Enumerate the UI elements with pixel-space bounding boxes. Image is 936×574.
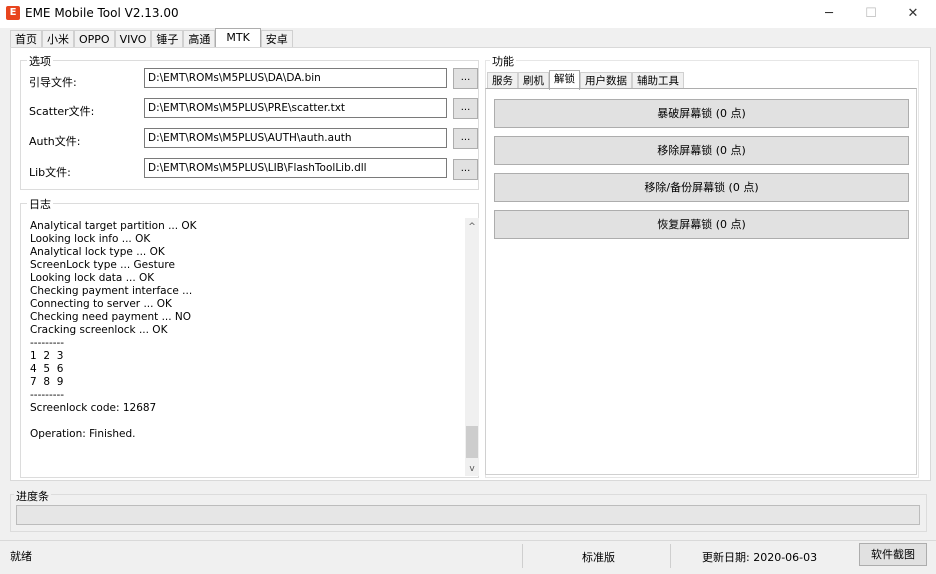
minimize-button[interactable]: ─ [815, 4, 843, 24]
scroll-up-icon[interactable]: ^ [465, 220, 479, 234]
screenshot-button[interactable]: 软件截图 [859, 543, 927, 566]
scroll-thumb[interactable] [466, 426, 478, 458]
function-tabs: 服务 刷机 解锁 用户数据 辅助工具 [487, 70, 684, 90]
brute-force-lock-button[interactable]: 暴破屏幕锁 (0 点) [494, 99, 909, 128]
log-line: Analytical target partition ... OK [30, 220, 197, 232]
main-tabs: 首页 小米 OPPO VIVO 锤子 高通 MTK 安卓 [10, 28, 293, 49]
app-logo-icon: E [6, 6, 20, 20]
log-line: 4 5 6 [30, 363, 64, 375]
auth-browse-button[interactable]: ... [453, 128, 478, 149]
functions-title: 功能 [490, 53, 516, 69]
progress-group: 进度条 [10, 488, 927, 532]
options-group: 选项 引导文件: D:\EMT\ROMs\M5PLUS\DA\DA.bin ..… [20, 53, 479, 190]
log-title: 日志 [27, 196, 53, 212]
auth-file-input[interactable]: D:\EMT\ROMs\M5PLUS\AUTH\auth.auth [144, 128, 447, 148]
log-line: ScreenLock type ... Gesture [30, 259, 175, 271]
log-line: Operation: Finished. [30, 428, 136, 440]
log-line: Looking lock data ... OK [30, 272, 155, 284]
lib-browse-button[interactable]: ... [453, 159, 478, 180]
scroll-down-icon[interactable]: v [465, 462, 479, 476]
log-line: Connecting to server ... OK [30, 298, 172, 310]
scatter-browse-button[interactable]: ... [453, 98, 478, 119]
tab-flash[interactable]: 刷机 [518, 72, 549, 89]
tab-service[interactable]: 服务 [487, 72, 518, 89]
options-title: 选项 [27, 53, 53, 69]
log-line: 7 8 9 [30, 376, 64, 388]
log-line: Cracking screenlock ... OK [30, 324, 168, 336]
da-file-input[interactable]: D:\EMT\ROMs\M5PLUS\DA\DA.bin [144, 68, 447, 88]
scatter-file-label: Scatter文件: [29, 105, 95, 118]
log-line: Looking lock info ... OK [30, 233, 151, 245]
remove-backup-lock-button[interactable]: 移除/备份屏幕锁 (0 点) [494, 173, 909, 202]
log-line: Checking payment interface ... [30, 285, 193, 297]
log-line: Analytical lock type ... OK [30, 246, 165, 258]
log-group: 日志 Analytical target partition ... OK Lo… [20, 196, 479, 478]
status-ready: 就绪 [10, 550, 32, 563]
log-output[interactable]: Analytical target partition ... OK Looki… [30, 220, 467, 478]
log-line: --------- [30, 389, 65, 401]
da-browse-button[interactable]: ... [453, 68, 478, 89]
log-scrollbar[interactable]: ^ v [465, 218, 479, 476]
update-date: 更新日期: 2020-06-03 [702, 551, 818, 564]
status-bar: 就绪 标准版 更新日期: 2020-06-03 软件截图 [0, 540, 936, 571]
scatter-file-input[interactable]: D:\EMT\ROMs\M5PLUS\PRE\scatter.txt [144, 98, 447, 118]
maximize-button[interactable]: ☐ [857, 4, 885, 24]
tab-aux-tools[interactable]: 辅助工具 [632, 72, 684, 89]
auth-file-label: Auth文件: [29, 135, 81, 148]
close-button[interactable]: ✕ [899, 4, 927, 24]
remove-lock-button[interactable]: 移除屏幕锁 (0 点) [494, 136, 909, 165]
log-line: 1 2 3 [30, 350, 64, 362]
progress-bar [16, 505, 920, 525]
tab-user-data[interactable]: 用户数据 [580, 72, 632, 89]
log-line: --------- [30, 337, 65, 349]
edition-label: 标准版 [582, 551, 615, 564]
status-separator [670, 544, 671, 568]
mtk-panel: 选项 引导文件: D:\EMT\ROMs\M5PLUS\DA\DA.bin ..… [10, 47, 931, 481]
status-separator [522, 544, 523, 568]
da-file-label: 引导文件: [29, 76, 77, 89]
lib-file-label: Lib文件: [29, 166, 71, 179]
log-line: Screenlock code: 12687 [30, 402, 157, 414]
restore-lock-button[interactable]: 恢复屏幕锁 (0 点) [494, 210, 909, 239]
lib-file-input[interactable]: D:\EMT\ROMs\M5PLUS\LIB\FlashToolLib.dll [144, 158, 447, 178]
log-line: Checking need payment ... NO [30, 311, 192, 323]
progress-title: 进度条 [14, 488, 51, 504]
window-title: EME Mobile Tool V2.13.00 [25, 6, 179, 20]
tab-mtk[interactable]: MTK [215, 28, 261, 49]
tab-unlock[interactable]: 解锁 [549, 70, 580, 90]
title-bar: E EME Mobile Tool V2.13.00 ─ ☐ ✕ [0, 0, 936, 28]
